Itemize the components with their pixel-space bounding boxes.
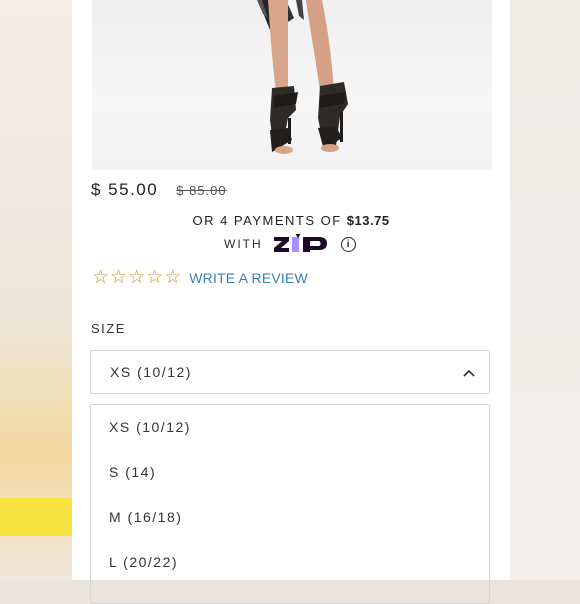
background-left: [0, 0, 72, 580]
product-photo: [92, 0, 492, 170]
star-outline-icon: ☆: [110, 267, 128, 288]
with-label: WITH: [224, 237, 263, 251]
size-select[interactable]: XS (10/12): [90, 350, 490, 394]
installment-prefix: OR 4 PAYMENTS OF: [192, 213, 342, 228]
rating-row: ☆ ☆ ☆ ☆ ☆ WRITE A REVIEW: [92, 268, 308, 288]
zip-logo[interactable]: [273, 234, 331, 254]
write-review-link[interactable]: WRITE A REVIEW: [189, 270, 308, 286]
star-rating: ☆ ☆ ☆ ☆ ☆: [92, 268, 181, 288]
installment-amount: $13.75: [346, 213, 390, 228]
info-icon[interactable]: i: [340, 236, 356, 252]
star-outline-icon: ☆: [92, 267, 110, 288]
product-photo-illustration: [257, 0, 348, 154]
star-outline-icon: ☆: [146, 267, 164, 288]
price-row: $ 55.00 $ 85.00: [91, 180, 227, 200]
size-label: SIZE: [91, 321, 126, 336]
zip-logo-mark: [273, 234, 327, 252]
star-outline-icon: ☆: [164, 267, 182, 288]
original-price: $ 85.00: [176, 183, 227, 198]
size-option-s[interactable]: S (14): [109, 464, 156, 480]
size-select-value: XS (10/12): [110, 364, 192, 380]
size-option-m[interactable]: M (16/18): [109, 509, 182, 525]
zip-row: WITH i: [224, 234, 356, 254]
product-panel: $ 55.00 $ 85.00 OR 4 PAYMENTS OF $13.75 …: [72, 0, 510, 604]
installment-line: OR 4 PAYMENTS OF $13.75: [72, 213, 510, 228]
sale-price: $ 55.00: [91, 180, 159, 199]
size-options-list: XS (10/12) S (14) M (16/18) L (20/22): [90, 404, 490, 604]
size-option-l[interactable]: L (20/22): [109, 554, 178, 570]
size-option-xs[interactable]: XS (10/12): [109, 419, 191, 435]
chevron-up-icon: [463, 364, 475, 380]
background-right: [510, 0, 580, 580]
star-outline-icon: ☆: [128, 267, 146, 288]
